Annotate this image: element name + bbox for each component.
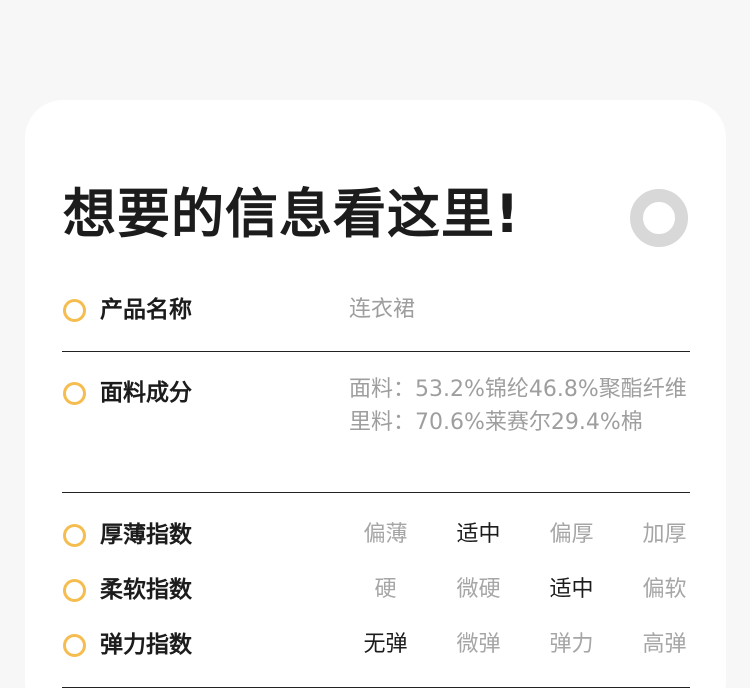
- index-options: 无弹 微弹 弹力 高弹: [339, 630, 711, 660]
- index-label: 柔软指数: [100, 577, 192, 603]
- fabric-line-outer: 面料：53.2%锦纶46.8%聚酯纤维: [349, 377, 687, 402]
- index-options: 硬 微硬 适中 偏软: [339, 575, 711, 605]
- index-option: 硬: [374, 577, 397, 602]
- index-label: 弹力指数: [100, 632, 192, 658]
- bullet-ring-icon: [63, 382, 86, 405]
- ring-decoration-icon: [630, 189, 688, 247]
- fabric-value: 面料：53.2%锦纶46.8%聚酯纤维 里料：70.6%莱赛尔29.4%棉: [349, 373, 694, 439]
- bullet-ring-icon: [63, 524, 86, 547]
- bullet-ring-icon: [63, 299, 86, 322]
- index-option: 偏厚: [549, 522, 594, 547]
- index-option: 无弹: [363, 632, 408, 657]
- fabric-line-lining: 里料：70.6%莱赛尔29.4%棉: [349, 410, 643, 435]
- index-option: 微硬: [456, 577, 501, 602]
- divider: [62, 351, 690, 352]
- info-card: 想要的信息看这里! 产品名称 连衣裙 面料成分 面料：53.2%锦纶46.8%聚…: [25, 100, 726, 688]
- bullet-ring-icon: [63, 579, 86, 602]
- index-options: 偏薄 适中 偏厚 加厚: [339, 520, 711, 550]
- index-option: 高弹: [642, 632, 687, 657]
- index-option: 弹力: [549, 632, 594, 657]
- bullet-ring-icon: [63, 634, 86, 657]
- index-option: 适中: [456, 522, 501, 547]
- index-option: 微弹: [456, 632, 501, 657]
- divider: [62, 492, 690, 493]
- index-label: 厚薄指数: [100, 522, 192, 548]
- index-option: 偏薄: [363, 522, 408, 547]
- product-name-label: 产品名称: [100, 297, 192, 323]
- card-title: 想要的信息看这里!: [63, 184, 521, 245]
- product-name-value: 连衣裙: [349, 297, 416, 322]
- index-option: 加厚: [642, 522, 687, 547]
- index-option: 适中: [549, 577, 594, 602]
- fabric-label: 面料成分: [100, 380, 192, 406]
- index-option: 偏软: [642, 577, 687, 602]
